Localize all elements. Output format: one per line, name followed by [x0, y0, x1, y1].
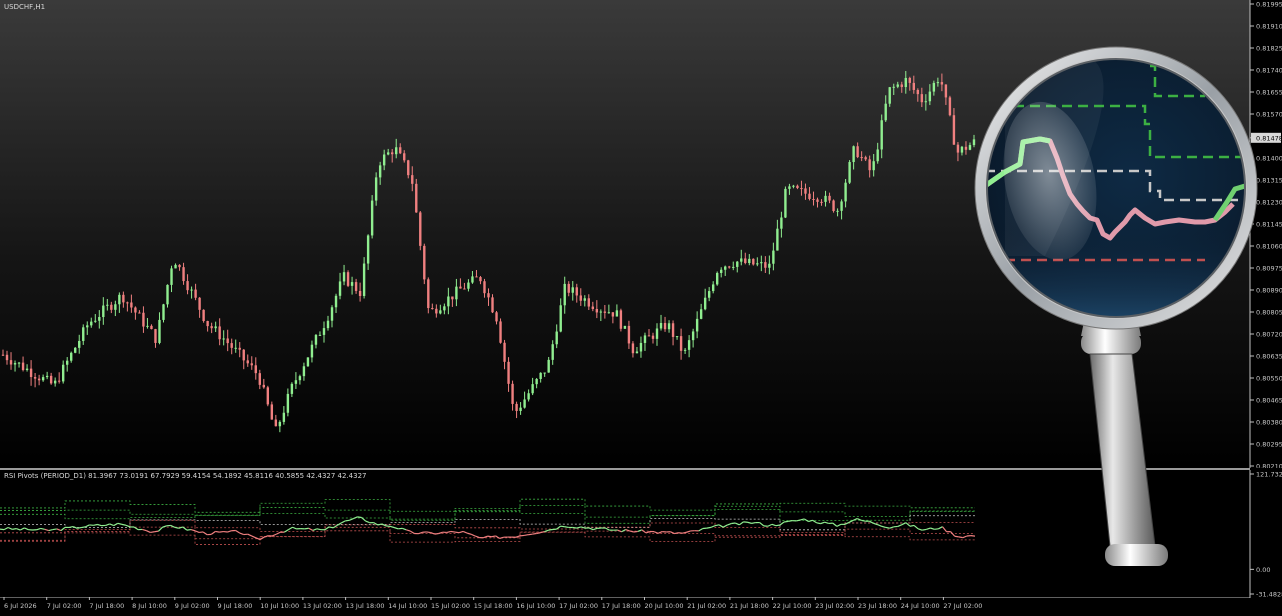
rsi-segment [435, 533, 439, 534]
rsi-segment [715, 525, 719, 526]
time-label: 27 Jul 02:00 [943, 602, 982, 610]
candle [620, 309, 622, 332]
rsi-segment [784, 521, 788, 522]
time-label: 14 Jul 10:00 [388, 602, 427, 610]
magnifier-handle [1081, 312, 1168, 566]
rsi-segment [922, 529, 926, 530]
rsi-segment [451, 531, 455, 532]
time-label: 21 Jul 18:00 [730, 602, 769, 610]
candle [347, 270, 349, 287]
candle [166, 284, 168, 307]
candle [784, 186, 786, 218]
time-label: 15 Jul 18:00 [474, 602, 513, 610]
rsi-segment [219, 532, 223, 533]
time-label: 9 Jul 18:00 [218, 602, 253, 610]
rsi-segment [427, 532, 431, 533]
rsi-segment [817, 523, 821, 524]
rsi-segment [861, 520, 865, 521]
time-label: 7 Jul 18:00 [89, 602, 124, 610]
time-label: 13 Jul 02:00 [303, 602, 342, 610]
rsi-segment [77, 528, 81, 529]
candle [423, 244, 425, 284]
time-label: 21 Jul 02:00 [687, 602, 726, 610]
rsi-segment [752, 523, 756, 524]
rsi-segment [776, 525, 780, 526]
candle [716, 271, 718, 285]
rsi-segment [561, 526, 565, 527]
candle [415, 179, 417, 213]
time-label: 13 Jul 18:00 [346, 602, 385, 610]
rsi-segment [93, 525, 97, 526]
rsi-segment [305, 528, 309, 529]
time-label: 16 Jul 10:00 [516, 602, 555, 610]
rsi-segment [565, 527, 569, 528]
time-label: 17 Jul 18:00 [602, 602, 641, 610]
candle [499, 318, 501, 343]
rsi-segment [53, 529, 57, 530]
candle [624, 326, 626, 329]
indicator-caption: RSI Pivots (PERIOD_D1) 81.3967 73.0191 6… [4, 472, 366, 481]
time-label: 20 Jul 10:00 [645, 602, 684, 610]
time-labels: 6 Jul 2026 7 Jul 02:00 7 Jul 18:00 8 Jul 10… [4, 597, 982, 610]
time-label: 10 Jul 10:00 [260, 602, 299, 610]
rsi-segment [536, 533, 540, 534]
rsi-segment [215, 531, 219, 532]
time-label: 9 Jul 02:00 [175, 602, 210, 610]
rsi-segment [12, 529, 16, 530]
rsi-segment [528, 534, 532, 535]
candle [949, 96, 951, 117]
rsi-segment [41, 528, 45, 529]
time-label: 22 Jul 10:00 [773, 602, 812, 610]
candle [371, 195, 373, 238]
rsi-segment [187, 530, 191, 531]
candle [848, 160, 850, 184]
rsi-segment [886, 527, 890, 528]
time-label: 7 Jul 02:00 [47, 602, 82, 610]
time-label: 17 Jul 02:00 [559, 602, 598, 610]
rsi-segment [488, 536, 492, 537]
rsi-segment [317, 529, 321, 530]
candle [202, 309, 204, 322]
rsi-segment [934, 529, 938, 530]
rsi-segment [959, 537, 963, 538]
candle [74, 347, 76, 353]
rsi-segment [122, 524, 126, 525]
time-label: 6 Jul 2026 [4, 602, 37, 610]
rsi-segment [150, 532, 154, 533]
rsi-segment [154, 531, 158, 532]
candle [427, 277, 429, 313]
rsi-segment [910, 525, 914, 526]
rsi-segment [788, 521, 792, 522]
rsi-segment [707, 527, 711, 528]
rsi-segment [573, 528, 577, 529]
time-label: 23 Jul 02:00 [815, 602, 854, 610]
symbol-label: USDCHF,H1 [4, 3, 45, 12]
candle [832, 199, 834, 212]
rsi-segment [674, 533, 678, 534]
rsi-segment [955, 536, 959, 537]
rsi-segment [524, 535, 528, 536]
price-label: 0.81910 [1256, 23, 1282, 31]
time-label: 15 Jul 02:00 [431, 602, 470, 610]
magnifier-glass-icon [965, 36, 1265, 576]
candle [267, 386, 269, 406]
time-axis-canvas: 6 Jul 2026 7 Jul 02:00 7 Jul 18:00 8 Jul 10… [0, 597, 1282, 612]
time-axis: 6 Jul 2026 7 Jul 02:00 7 Jul 18:00 8 Jul 10… [0, 597, 1282, 612]
rsi-segment [492, 536, 496, 537]
rsi-segment [358, 517, 362, 518]
candle [307, 357, 309, 367]
rsi-segment [532, 534, 536, 535]
rsi-segment [455, 532, 459, 533]
rsi-segment [548, 529, 552, 530]
candle [162, 304, 164, 323]
price-label: 0.81995 [1256, 1, 1282, 9]
rsi-segment [634, 531, 638, 532]
time-label: 24 Jul 10:00 [901, 602, 940, 610]
candle [419, 211, 421, 250]
time-label: 23 Jul 18:00 [858, 602, 897, 610]
rsi-segment [81, 527, 85, 528]
time-label: 8 Jul 10:00 [132, 602, 167, 610]
rsi-segment [345, 520, 349, 521]
trading-terminal: 0.819950.819100.818250.817400.816550.815… [0, 0, 1282, 612]
